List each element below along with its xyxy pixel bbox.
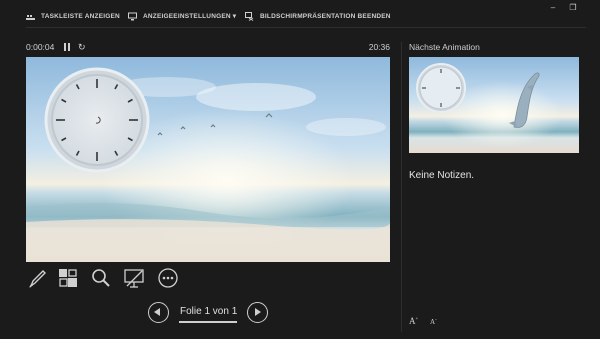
see-all-slides-button[interactable]	[57, 267, 79, 289]
restart-timer-button[interactable]: ↻	[78, 42, 86, 53]
zoom-button[interactable]	[90, 267, 112, 289]
next-slide-button[interactable]	[247, 302, 268, 323]
pause-timer-button[interactable]	[63, 43, 71, 51]
display-settings-button[interactable]: ANZEIGEEINSTELLUNGEN ▾	[128, 11, 236, 21]
timer-bar: 0:00:04 ↻ 20:36	[26, 42, 390, 54]
clock-graphic	[44, 67, 150, 173]
pen-icon	[29, 270, 46, 289]
slides-grid-icon	[59, 269, 77, 287]
show-taskbar-button[interactable]: TASKLEISTE ANZEIGEN	[26, 11, 120, 21]
restart-icon: ↻	[78, 42, 86, 52]
slide-counter[interactable]: Folie 1 von 1	[180, 306, 237, 317]
next-animation-preview[interactable]	[409, 57, 579, 153]
decrease-font-icon: A-	[430, 318, 437, 327]
elapsed-time: 0:00:04	[26, 42, 55, 52]
black-screen-icon	[124, 269, 144, 288]
black-screen-button[interactable]	[123, 267, 145, 289]
minimize-button[interactable]: –	[546, 3, 560, 12]
magnifier-icon	[92, 269, 110, 287]
display-settings-icon	[128, 12, 137, 21]
taskbar-icon	[26, 12, 35, 21]
end-slideshow-label: BILDSCHIRMPRÄSENTATION BEENDEN	[260, 12, 391, 20]
pen-tool-button[interactable]	[26, 267, 48, 289]
decrease-font-button[interactable]: A-	[430, 318, 437, 326]
current-slide[interactable]	[26, 57, 390, 262]
increase-font-icon: A+	[409, 316, 419, 326]
toolbar-divider	[26, 27, 586, 28]
minimize-icon: –	[550, 3, 556, 12]
panel-separator	[401, 42, 402, 332]
show-taskbar-label: TASKLEISTE ANZEIGEN	[41, 12, 120, 20]
previous-slide-button[interactable]	[148, 302, 169, 323]
more-options-button[interactable]	[157, 267, 179, 289]
current-time: 20:36	[368, 42, 390, 52]
more-icon	[158, 268, 178, 288]
end-slideshow-button[interactable]: BILDSCHIRMPRÄSENTATION BEENDEN	[245, 11, 391, 21]
display-settings-label: ANZEIGEEINSTELLUNGEN ▾	[143, 13, 237, 20]
speaker-notes: Keine Notizen.	[409, 170, 475, 181]
slide-counter-underline	[179, 321, 237, 323]
preview-clock-graphic	[416, 63, 466, 113]
restore-icon: ❐	[569, 3, 577, 12]
end-slideshow-icon	[245, 11, 254, 21]
presenter-toolbar: TASKLEISTE ANZEIGEN ANZEIGEEINSTELLUNGEN…	[0, 0, 600, 30]
pause-icon	[64, 43, 70, 51]
next-animation-label: Nächste Animation	[409, 42, 480, 52]
increase-font-button[interactable]: A+	[409, 316, 418, 326]
restore-button[interactable]: ❐	[566, 3, 580, 12]
